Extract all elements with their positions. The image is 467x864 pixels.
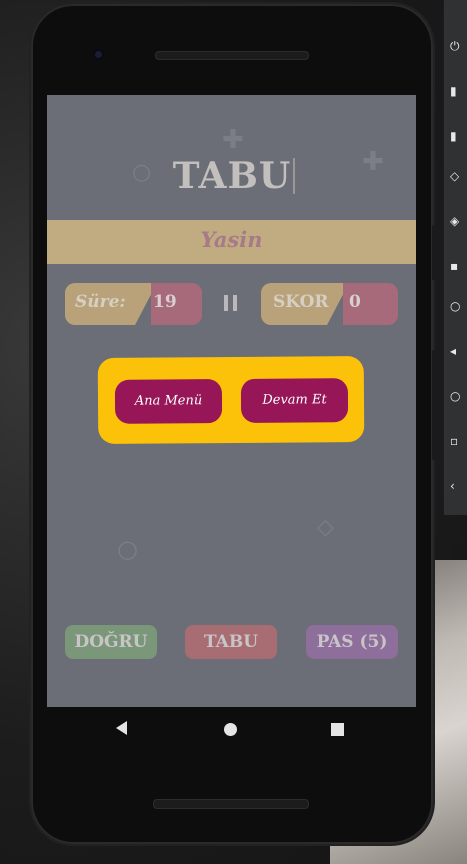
- score-value: 0: [349, 292, 361, 312]
- decor-circle: ○: [117, 535, 138, 563]
- main-menu-button[interactable]: Ana Menü: [114, 379, 223, 424]
- volume-down-icon[interactable]: ▮: [450, 130, 462, 142]
- timer-pill: Süre: 19: [65, 283, 202, 325]
- nav-recents-icon[interactable]: [331, 723, 344, 736]
- pause-icon[interactable]: [224, 295, 238, 311]
- bottom-speaker: [153, 799, 309, 809]
- decor-cross: ✚: [362, 147, 384, 177]
- home-icon[interactable]: ○: [450, 390, 462, 402]
- correct-button[interactable]: DOĞRU: [65, 625, 157, 659]
- continue-button[interactable]: Devam Et: [240, 378, 349, 423]
- timer-label: Süre:: [75, 292, 126, 312]
- timer-value: 19: [153, 292, 177, 312]
- screenshot-icon[interactable]: ▪: [450, 260, 462, 272]
- power-side-button[interactable]: [432, 225, 436, 280]
- decor-circle: ○: [132, 160, 152, 185]
- overview-icon[interactable]: ▫: [450, 435, 462, 447]
- front-camera-icon: [93, 49, 104, 60]
- emulator-toolbar: ⏻ ▮ ▮ ◇ ◈ ▪ ○ ◂ ○ ▫ ‹: [443, 0, 467, 515]
- nav-back-icon[interactable]: [116, 721, 127, 735]
- player-name: Yasin: [200, 227, 263, 252]
- rotate-left-icon[interactable]: ◇: [450, 170, 462, 182]
- score-label: SKOR: [273, 292, 329, 312]
- volume-side-button[interactable]: [432, 350, 436, 460]
- pause-dialog: Ana Menü Devam Et: [97, 356, 365, 444]
- nav-home-icon[interactable]: [224, 723, 237, 736]
- power-icon[interactable]: ⏻: [450, 40, 462, 52]
- volume-up-icon[interactable]: ▮: [450, 85, 462, 97]
- app-title: TABU: [172, 155, 292, 197]
- rotate-right-icon[interactable]: ◈: [450, 215, 462, 227]
- more-icon[interactable]: ‹: [450, 480, 462, 492]
- zoom-icon[interactable]: ○: [450, 300, 462, 312]
- pass-button[interactable]: PAS (5): [306, 625, 398, 659]
- game-screen: ✚ ○ ✚ ◇ ○ TABU Yasin Süre: 19 SKOR 0 Ana…: [47, 95, 416, 707]
- title-caret: [293, 158, 295, 194]
- earpiece-speaker: [155, 51, 309, 60]
- decor-diamond: ◇: [317, 515, 334, 540]
- taboo-button[interactable]: TABU: [185, 625, 277, 659]
- score-pill: SKOR 0: [261, 283, 398, 325]
- back-icon[interactable]: ◂: [450, 345, 462, 357]
- decor-cross: ✚: [222, 125, 244, 155]
